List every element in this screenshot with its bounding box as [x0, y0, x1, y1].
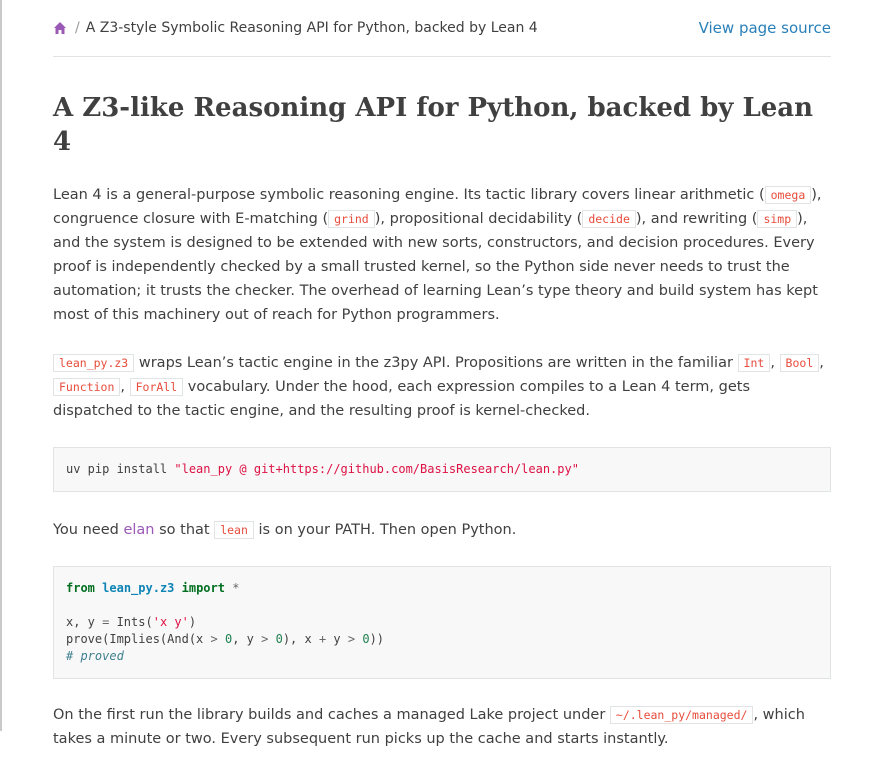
text: Lean 4 is a general-purpose symbolic rea… — [53, 187, 765, 203]
code-text: ), x — [282, 632, 319, 646]
module-name: lean_py.z3 — [102, 581, 175, 595]
api-paragraph: lean_py.z3 wraps Lean’s tactic engine in… — [53, 351, 831, 423]
import-star: * — [232, 581, 240, 595]
inline-code-function: Function — [53, 378, 121, 396]
breadcrumb-separator: / — [75, 20, 80, 36]
text: On the first run the library builds and … — [53, 707, 610, 723]
text: ), and rewriting ( — [635, 211, 758, 227]
breadcrumb: / A Z3-style Symbolic Reasoning API for … — [53, 0, 831, 57]
inline-code-int: Int — [737, 354, 771, 372]
cache-paragraph: On the first run the library builds and … — [53, 703, 831, 751]
intro-paragraph: Lean 4 is a general-purpose symbolic rea… — [53, 183, 831, 327]
setup-paragraph: You need elan so that lean is on your PA… — [53, 518, 831, 542]
view-page-source-link[interactable]: View page source — [699, 19, 831, 37]
code-text: )) — [369, 632, 385, 646]
install-code-block[interactable]: uv pip install "lean_py @ git+https://gi… — [53, 447, 831, 492]
text: ), propositional decidability ( — [374, 211, 583, 227]
code-text: , y — [232, 632, 262, 646]
inline-code-forall: ForAll — [129, 378, 184, 396]
inline-code-managed-path: ~/.lean_py/managed/ — [609, 706, 754, 724]
text: , — [120, 379, 130, 395]
code-text: x, y — [66, 615, 103, 629]
text: You need — [53, 522, 124, 538]
text: ), and the system is designed to be exte… — [53, 211, 818, 323]
inline-code-simp: simp — [757, 210, 798, 228]
inline-code-grind: grind — [328, 210, 375, 228]
inline-code-decide: decide — [582, 210, 636, 228]
code-operator: > — [347, 632, 356, 646]
text: is on your PATH. Then open Python. — [253, 522, 517, 538]
text: , — [819, 355, 824, 371]
inline-code-lean-py-z3: lean_py.z3 — [53, 354, 135, 372]
code-text: ) — [188, 615, 197, 629]
code-number: 0 — [362, 632, 370, 646]
inline-code-omega: omega — [764, 186, 812, 204]
code-string: "lean_py @ git+https://github.com/BasisR… — [174, 462, 579, 476]
code-string: 'x y' — [152, 615, 189, 629]
code-text: prove(Implies(And(x — [66, 632, 211, 646]
keyword-import: import — [181, 581, 225, 595]
example-code-block[interactable]: from lean_py.z3 import * x, y = Ints('x … — [53, 566, 831, 679]
text: wraps Lean’s tactic engine in the z3py A… — [134, 355, 738, 371]
inline-code-bool: Bool — [779, 354, 820, 372]
code-text: Ints( — [109, 615, 153, 629]
text: so that — [154, 522, 215, 538]
breadcrumb-current: A Z3-style Symbolic Reasoning API for Py… — [85, 20, 538, 36]
keyword-from: from — [66, 581, 95, 595]
elan-link[interactable]: elan — [123, 522, 154, 538]
inline-code-lean: lean — [214, 521, 254, 539]
code-operator: > — [210, 632, 218, 646]
home-icon[interactable] — [53, 21, 67, 35]
code-text: y — [326, 632, 348, 646]
code-comment: # proved — [66, 649, 124, 663]
code-number: 0 — [275, 632, 283, 646]
code-text: uv pip install — [66, 462, 175, 476]
page-title: A Z3-like Reasoning API for Python, back… — [53, 93, 814, 157]
page-left-border — [0, 0, 2, 731]
document-body: / A Z3-style Symbolic Reasoning API for … — [53, 0, 831, 775]
text: , — [770, 355, 780, 371]
